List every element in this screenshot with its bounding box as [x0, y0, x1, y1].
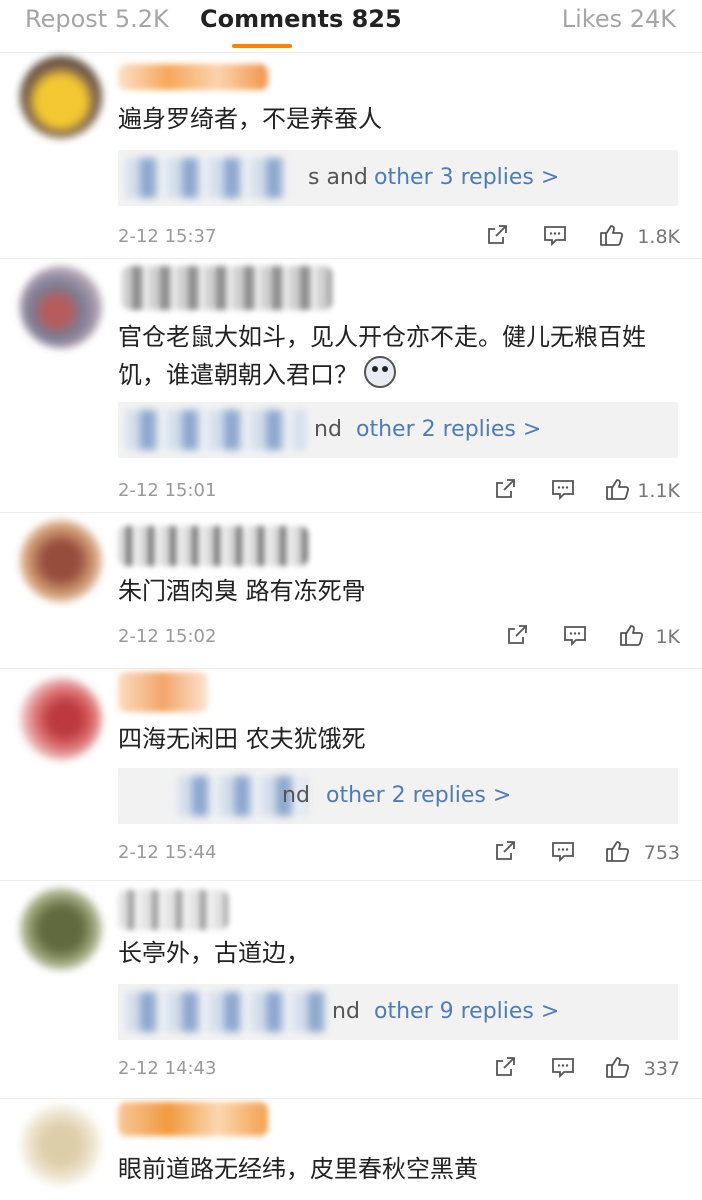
replies-partial-text: s and	[308, 165, 368, 190]
like-count: 1K	[655, 626, 680, 648]
redacted-reply-names	[126, 992, 326, 1032]
avatar[interactable]	[20, 266, 102, 348]
username-redacted[interactable]	[118, 526, 308, 566]
comment-icon[interactable]	[550, 1054, 576, 1080]
share-icon[interactable]	[492, 1054, 518, 1080]
dog-emoji-icon	[364, 356, 396, 388]
comment-icon[interactable]	[562, 622, 588, 648]
username-redacted[interactable]	[122, 266, 332, 310]
comment-time: 2-12 15:02	[118, 626, 217, 647]
comment-time: 2-12 15:44	[118, 842, 217, 863]
comment-time: 2-12 14:43	[118, 1058, 217, 1079]
comment-item: 官仓老鼠大如斗，见人开仓亦不走。健儿无粮百姓饥，谁遣朝朝入君口？ nd othe…	[0, 258, 702, 513]
comment-icon[interactable]	[550, 476, 576, 502]
comment-item: 四海无闲田 农夫犹饿死 nd other 2 replies > 2-12 15…	[0, 668, 702, 881]
comment-item: 长亭外，古道边， nd other 9 replies > 2-12 14:43…	[0, 880, 702, 1099]
comment-meta: 2-12 15:02 1K	[118, 622, 680, 652]
more-replies-link[interactable]: other 2 replies >	[326, 782, 511, 810]
comment-item: 遍身罗绮者，不是养蚕人 s and other 3 replies > 2-12…	[0, 52, 702, 259]
tab-bar: Repost 5.2K Comments 825 Likes 24K	[0, 0, 702, 53]
thumbs-up-icon[interactable]	[598, 222, 624, 248]
comment-text: 官仓老鼠大如斗，见人开仓亦不走。健儿无粮百姓饥，谁遣朝朝入君口？	[118, 318, 688, 394]
comment-meta: 2-12 14:43 337	[118, 1054, 680, 1084]
thumbs-up-icon[interactable]	[604, 476, 630, 502]
comment-text: 长亭外，古道边，	[118, 939, 310, 967]
comment-item: 朱门酒肉臭 路有冻死骨 2-12 15:02 1K	[0, 512, 702, 669]
comment-meta: 2-12 15:44 753	[118, 838, 680, 868]
redacted-reply-names	[126, 410, 306, 450]
replies-partial-text: nd	[332, 999, 360, 1024]
share-icon[interactable]	[492, 476, 518, 502]
replies-preview[interactable]: nd other 2 replies >	[118, 768, 678, 824]
thumbs-up-icon[interactable]	[604, 838, 630, 864]
thumbs-up-icon[interactable]	[604, 1054, 630, 1080]
comment-meta: 2-12 15:01 1.1K	[118, 476, 680, 506]
replies-partial-text: nd	[314, 417, 342, 442]
tab-likes[interactable]: Likes 24K	[562, 2, 676, 36]
replies-preview[interactable]: s and other 3 replies >	[118, 150, 678, 206]
avatar[interactable]	[20, 56, 102, 138]
replies-partial-text: nd	[282, 783, 310, 808]
username-redacted[interactable]	[118, 672, 208, 712]
comment-item: 眼前道路无经纬，皮里春秋空黑黄	[0, 1098, 702, 1200]
more-replies-link[interactable]: other 3 replies >	[374, 164, 559, 192]
comment-icon[interactable]	[550, 838, 576, 864]
username-redacted[interactable]	[118, 64, 268, 90]
comment-text: 朱门酒肉臭 路有冻死骨	[118, 577, 366, 605]
like-count: 753	[643, 842, 680, 864]
tab-repost[interactable]: Repost 5.2K	[25, 2, 169, 36]
username-redacted[interactable]	[118, 890, 228, 930]
comment-icon[interactable]	[542, 222, 568, 248]
replies-preview[interactable]: nd other 2 replies >	[118, 402, 678, 458]
comment-time: 2-12 15:37	[118, 226, 217, 247]
tab-comments[interactable]: Comments 825	[200, 2, 402, 36]
share-icon[interactable]	[504, 622, 530, 648]
username-redacted[interactable]	[118, 1102, 268, 1136]
more-replies-link[interactable]: other 9 replies >	[374, 998, 559, 1026]
share-icon[interactable]	[484, 222, 510, 248]
avatar[interactable]	[20, 678, 102, 760]
like-count: 1.1K	[637, 480, 680, 502]
comment-meta: 2-12 15:37 1.8K	[118, 222, 680, 252]
share-icon[interactable]	[492, 838, 518, 864]
replies-preview[interactable]: nd other 9 replies >	[118, 984, 678, 1040]
comment-text: 遍身罗绮者，不是养蚕人	[118, 105, 382, 133]
comment-text: 四海无闲田 农夫犹饿死	[118, 725, 366, 753]
redacted-reply-names	[126, 158, 286, 198]
avatar[interactable]	[20, 520, 102, 602]
more-replies-link[interactable]: other 2 replies >	[356, 416, 541, 444]
like-count: 1.8K	[637, 226, 680, 248]
comment-time: 2-12 15:01	[118, 480, 217, 501]
active-tab-indicator	[232, 44, 292, 48]
thumbs-up-icon[interactable]	[618, 622, 644, 648]
avatar[interactable]	[20, 1104, 102, 1186]
avatar[interactable]	[20, 888, 102, 970]
like-count: 337	[643, 1058, 680, 1080]
comment-text: 眼前道路无经纬，皮里春秋空黑黄	[118, 1155, 478, 1183]
